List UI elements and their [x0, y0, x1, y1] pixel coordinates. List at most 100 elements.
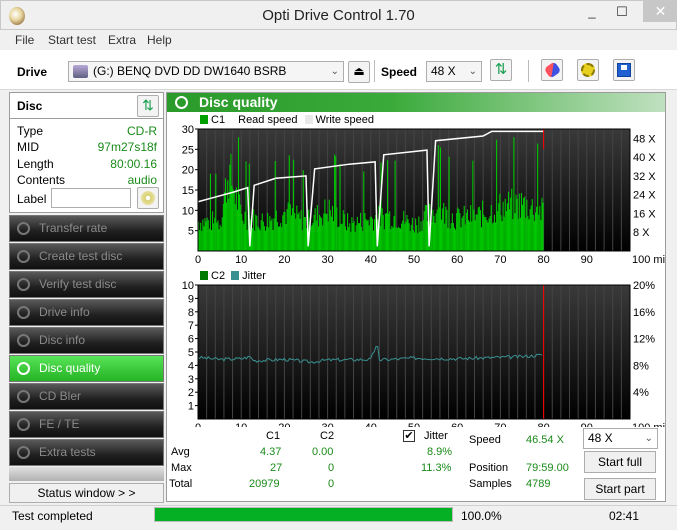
menu-file[interactable]: File — [15, 33, 34, 47]
c1-bar — [526, 199, 528, 251]
start-part-button[interactable]: Start part — [584, 478, 656, 500]
disc-refresh-button[interactable]: ⇅ — [137, 95, 159, 117]
c1-bar — [237, 137, 240, 251]
c1-bar — [283, 211, 285, 251]
c1-bar — [450, 223, 452, 251]
start-full-button[interactable]: Start full — [584, 451, 656, 473]
c1-bar — [527, 216, 529, 251]
jitter-checkbox[interactable]: ✔ — [403, 430, 415, 442]
maximize-button[interactable]: ☐ — [607, 1, 637, 22]
c1-bar — [339, 164, 341, 251]
c1-bar — [401, 223, 403, 251]
c1-bar — [480, 227, 483, 251]
settings-button[interactable] — [577, 59, 599, 81]
c1-bar — [391, 225, 393, 251]
nav-item-create-test-disc[interactable]: Create test disc — [9, 243, 164, 270]
disc-icon — [17, 390, 30, 403]
save-button[interactable] — [613, 59, 635, 81]
c1-bar — [528, 219, 530, 251]
c1-bar — [485, 216, 487, 251]
disc-label-input[interactable] — [51, 188, 131, 208]
c1-bar — [256, 215, 258, 251]
x-tick-label: 90 — [581, 422, 593, 427]
disc-icon — [17, 222, 30, 235]
c1-bar — [457, 207, 459, 251]
c1-bar — [227, 180, 229, 251]
c1-bar — [372, 230, 375, 251]
menu-extra[interactable]: Extra — [108, 33, 136, 47]
c1-bar — [329, 210, 331, 251]
c1-bar — [402, 220, 404, 251]
c1-bar — [433, 215, 435, 251]
disc-length-value: 80:00.16 — [110, 157, 157, 171]
y-tick-label: 9 — [188, 293, 194, 305]
gears-icon — [581, 63, 595, 77]
y2-tick-label: 8 X — [633, 227, 650, 239]
c1-bar — [523, 198, 525, 251]
stats-avg-c2: 0.00 — [312, 446, 334, 458]
c1-bar — [421, 230, 423, 251]
c1-bar — [452, 223, 454, 251]
c1-bar — [219, 224, 221, 251]
nav-item-label: Create test disc — [39, 249, 123, 263]
minimize-button[interactable]: _ — [577, 1, 607, 22]
c1-bar — [425, 205, 427, 251]
c1-bar — [267, 212, 269, 251]
c1-bar — [471, 221, 473, 251]
c1-bar — [313, 214, 315, 251]
c1-bar — [476, 214, 478, 251]
refresh-button[interactable]: ⇅ — [490, 59, 512, 81]
eject-button[interactable]: ⏏ — [348, 61, 370, 83]
nav-item-disc-quality[interactable]: Disc quality — [9, 355, 164, 382]
close-button[interactable]: ✕ — [643, 1, 677, 22]
c1-bar — [301, 230, 303, 251]
nav-item-cd-bler[interactable]: CD Bler — [9, 383, 164, 410]
c1-bar — [469, 221, 471, 251]
c1-bar — [464, 224, 466, 251]
progress-text: 100.0% — [461, 509, 502, 523]
c1-bar — [366, 220, 368, 251]
nav-item-fe-te[interactable]: FE / TE — [9, 411, 164, 438]
c1-bar — [502, 201, 504, 251]
c1-bar — [331, 205, 333, 251]
disc-label-button[interactable] — [137, 187, 159, 209]
menu-start-test[interactable]: Start test — [48, 33, 96, 47]
nav-item-disc-info[interactable]: Disc info — [9, 327, 164, 354]
c1-bar — [490, 205, 492, 251]
nav-item-verify-test-disc[interactable]: Verify test disc — [9, 271, 164, 298]
nav-item-drive-info[interactable]: Drive info — [9, 299, 164, 326]
c1-bar — [475, 214, 477, 251]
c1-bar — [483, 214, 485, 251]
c1-bar — [298, 212, 300, 251]
c1-bar — [235, 187, 237, 251]
speed-label: Speed — [381, 65, 418, 79]
c1-bar — [280, 223, 282, 251]
menu-help[interactable]: Help — [147, 33, 172, 47]
c1-bar — [538, 214, 540, 251]
c1-bar — [478, 206, 480, 251]
speed-select[interactable]: 48 X ⌄ — [426, 61, 482, 82]
status-window-button[interactable]: Status window > > — [9, 483, 164, 503]
test-speed-select[interactable]: 48 X ⌄ — [583, 428, 658, 449]
erase-button[interactable] — [541, 59, 563, 81]
disc-icon — [17, 278, 30, 291]
c1-bar — [488, 218, 490, 251]
x-tick-label: 10 — [235, 422, 247, 427]
c1-bar — [388, 213, 390, 251]
speed-value: 46.54 X — [526, 434, 564, 446]
floppy-icon — [617, 63, 631, 77]
c1-bar — [530, 205, 532, 251]
x-tick-label: 50 — [408, 254, 420, 266]
c1-bar — [310, 226, 312, 251]
c1-bar — [371, 218, 373, 251]
c1-bar — [511, 188, 513, 251]
c1-bar — [445, 206, 447, 251]
c1-bar — [320, 216, 322, 251]
disc-quality-icon — [175, 96, 188, 109]
nav-item-extra-tests[interactable]: Extra tests — [9, 439, 164, 466]
nav-item-transfer-rate[interactable]: Transfer rate — [9, 215, 164, 242]
stats-avg-label: Avg — [171, 446, 190, 458]
c1-bar — [424, 205, 426, 251]
drive-select[interactable]: (G:) BENQ DVD DD DW1640 BSRB ⌄ — [68, 61, 344, 82]
stats-total-c1: 20979 — [249, 478, 280, 490]
